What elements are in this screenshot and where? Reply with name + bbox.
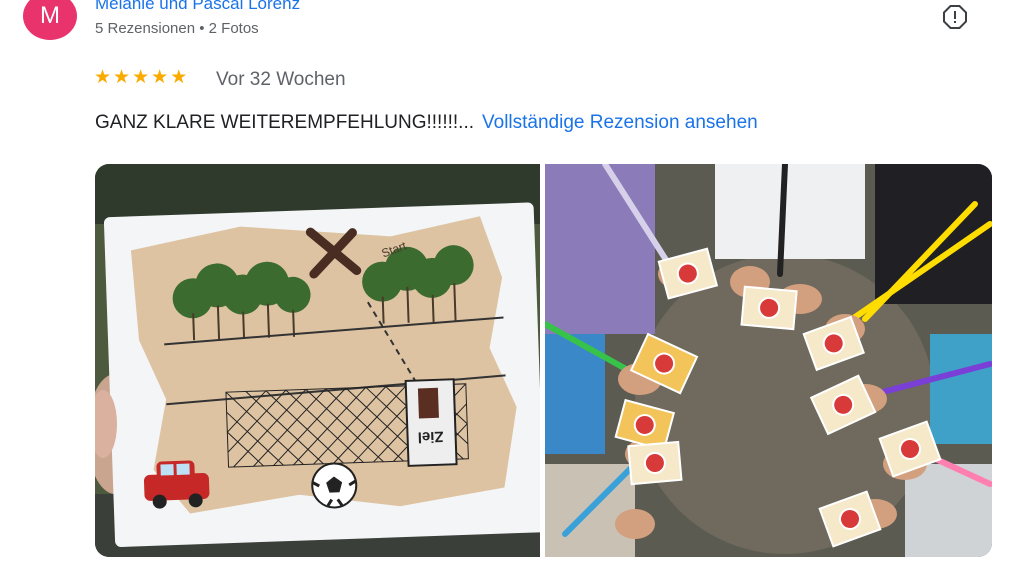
- star-icon: ★: [170, 66, 188, 88]
- star-icon: ★: [113, 66, 131, 88]
- report-button[interactable]: [941, 3, 969, 31]
- author-meta: 5 Rezensionen • 2 Fotos: [95, 20, 259, 37]
- avatar[interactable]: M: [23, 0, 77, 40]
- review-photo-2[interactable]: [545, 164, 992, 557]
- star-rating: ★ ★ ★ ★ ★: [94, 66, 187, 88]
- photo-children-image: [545, 164, 992, 557]
- author-name[interactable]: Melanie und Pascal Lorenz: [95, 0, 300, 14]
- photo-map-image: Start Ziel: [95, 164, 540, 557]
- report-icon: [943, 5, 967, 29]
- review-body: GANZ KLARE WEITEREMPFEHLUNG!!!!!!... Voll…: [95, 112, 758, 134]
- review-text: GANZ KLARE WEITEREMPFEHLUNG!!!!!!...: [95, 112, 474, 133]
- star-icon: ★: [132, 66, 150, 88]
- review-date: Vor 32 Wochen: [216, 69, 346, 90]
- review-photo-1[interactable]: Start Ziel: [95, 164, 540, 557]
- avatar-letter: M: [40, 2, 60, 29]
- read-more-link[interactable]: Vollständige Rezension ansehen: [482, 112, 758, 133]
- star-icon: ★: [94, 66, 112, 88]
- star-icon: ★: [151, 66, 169, 88]
- map-goal-label: Ziel: [417, 428, 443, 446]
